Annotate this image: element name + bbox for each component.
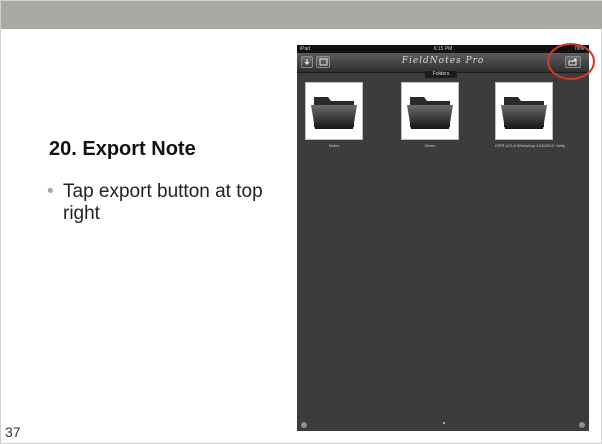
app-title: FieldNotes Pro xyxy=(401,56,485,66)
ipad-screenshot: iPad 6:15 PM 79% FieldNotes Pro Folders xyxy=(297,45,589,431)
slide-title: 20. Export Note xyxy=(49,138,196,160)
gear-icon[interactable] xyxy=(579,422,585,428)
status-time: 6:15 PM xyxy=(433,46,453,52)
export-highlight-circle xyxy=(547,43,595,80)
slide-header-band xyxy=(1,1,602,29)
folder-thumbnail xyxy=(305,82,363,140)
folder-item[interactable]: Notes xyxy=(305,82,363,148)
bullet-text: Tap export button at top right xyxy=(63,181,263,224)
bullet-marker: • xyxy=(47,181,54,202)
folder-icon xyxy=(311,97,357,129)
folder-icon xyxy=(407,97,453,129)
folder-label: Demo xyxy=(424,143,436,148)
folder-thumbnail xyxy=(495,82,553,140)
app-toolbar: FieldNotes Pro xyxy=(297,53,589,73)
bottom-bar xyxy=(297,417,589,431)
settings-icon[interactable] xyxy=(301,422,307,428)
page-indicator-dot xyxy=(443,422,445,424)
folder-icon xyxy=(501,97,547,129)
folder-thumbnail xyxy=(401,82,459,140)
folder-label: ISPR UCLA Workshop 1/16/2013. Unity xyxy=(495,143,566,148)
folder-item[interactable]: ISPR UCLA Workshop 1/16/2013. Unity xyxy=(495,82,566,148)
folder-label: Notes xyxy=(328,143,340,148)
folders-tab[interactable]: Folders xyxy=(425,71,457,78)
status-bar: iPad 6:15 PM 79% xyxy=(297,45,589,53)
folder-item[interactable]: Demo xyxy=(401,82,459,148)
slide-number: 37 xyxy=(5,424,21,440)
bullet-point: • Tap export button at top right xyxy=(47,181,289,225)
